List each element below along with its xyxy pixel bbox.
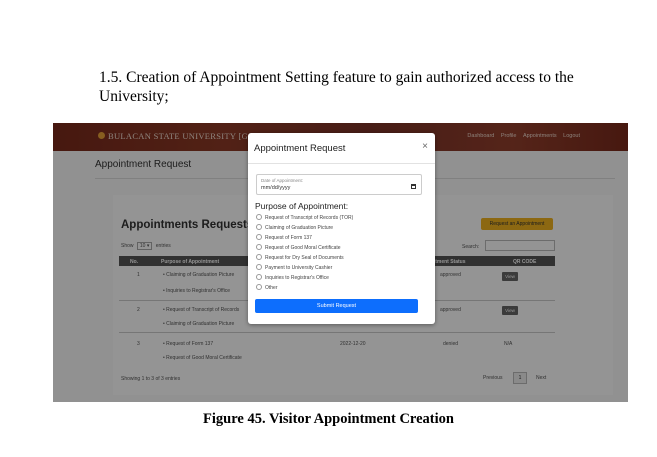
divider bbox=[248, 163, 435, 164]
radio-icon bbox=[256, 224, 262, 230]
radio-icon bbox=[256, 274, 262, 280]
radio-icon bbox=[256, 284, 262, 290]
close-icon[interactable]: × bbox=[422, 141, 428, 152]
modal-title: Appointment Request bbox=[254, 143, 346, 154]
purpose-option[interactable]: Request of Good Moral Certificate bbox=[256, 244, 341, 251]
calendar-icon[interactable] bbox=[411, 184, 416, 189]
purpose-option[interactable]: Inquiries to Registrar's Office bbox=[256, 274, 329, 281]
document-heading: 1.5. Creation of Appointment Setting fea… bbox=[99, 69, 574, 105]
radio-icon bbox=[256, 244, 262, 250]
purpose-option[interactable]: Payment to University Cashier bbox=[256, 264, 332, 271]
purpose-title: Purpose of Appointment: bbox=[255, 201, 349, 211]
radio-icon bbox=[256, 214, 262, 220]
screenshot: BULACAN STATE UNIVERSITY [GATE Dashboard… bbox=[53, 123, 628, 402]
date-field[interactable]: Date of Appointment: mm/dd/yyyy bbox=[256, 174, 422, 195]
submit-request-button[interactable]: Submit Request bbox=[255, 299, 418, 313]
purpose-option[interactable]: Other bbox=[256, 284, 278, 291]
appointment-request-modal: Appointment Request × Date of Appointmen… bbox=[248, 133, 435, 324]
radio-icon bbox=[256, 254, 262, 260]
purpose-option[interactable]: Request of Transcript of Records (TOR) bbox=[256, 214, 353, 221]
date-placeholder: mm/dd/yyyy bbox=[261, 185, 291, 191]
radio-icon bbox=[256, 234, 262, 240]
purpose-option[interactable]: Request of Form 137 bbox=[256, 234, 312, 241]
radio-icon bbox=[256, 264, 262, 270]
purpose-option[interactable]: Request for Dry Seal of Documents bbox=[256, 254, 344, 261]
purpose-option[interactable]: Claiming of Graduation Picture bbox=[256, 224, 333, 231]
figure-caption: Figure 45. Visitor Appointment Creation bbox=[203, 411, 454, 427]
date-label: Date of Appointment: bbox=[261, 178, 304, 183]
